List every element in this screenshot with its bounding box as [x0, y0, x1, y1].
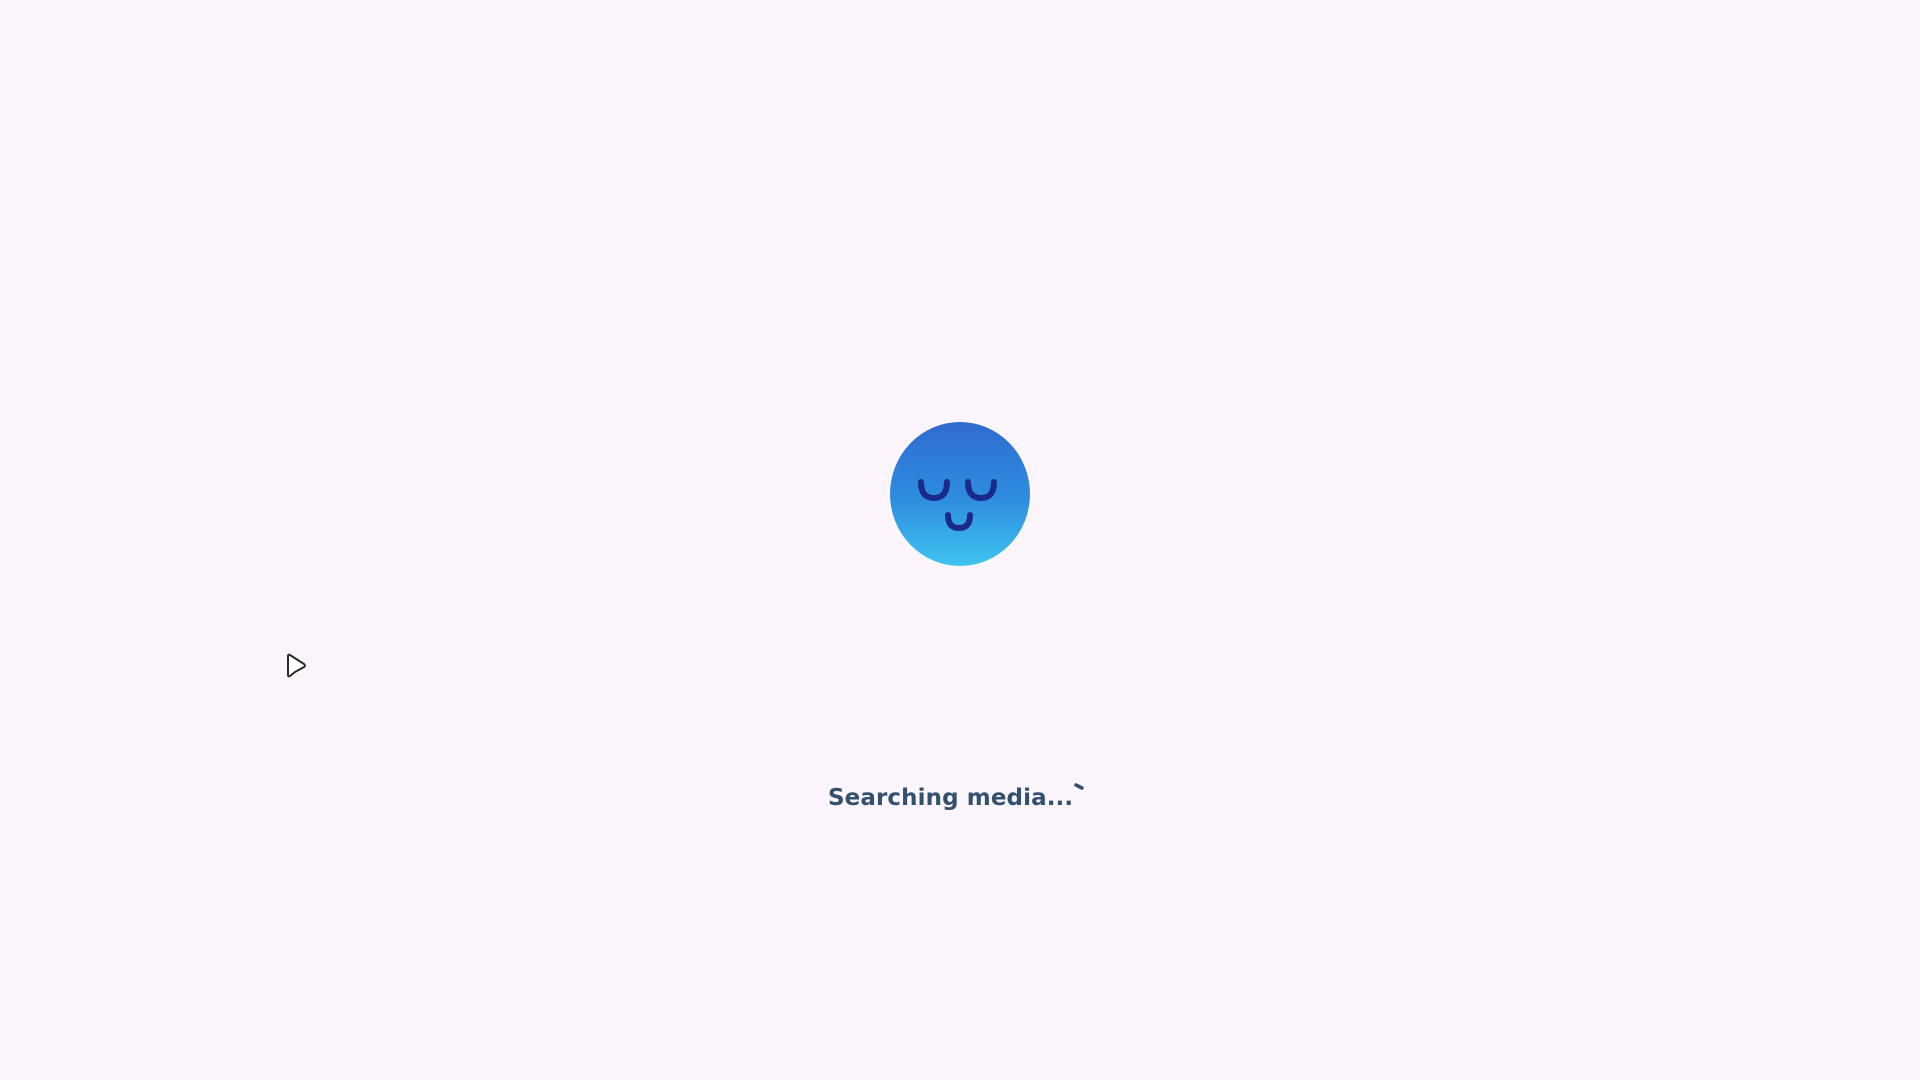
mouse-pointer-icon [287, 653, 306, 678]
loading-status-text: Searching media... [828, 785, 1074, 811]
mouse-cursor [284, 653, 308, 679]
splash-screen: Searching media... [0, 0, 1920, 1080]
logo-face-circle [890, 422, 1030, 566]
loading-spinner-icon [1074, 783, 1084, 790]
loading-spinner [1072, 782, 1090, 800]
sleeping-face-icon [890, 422, 1030, 566]
loading-status-row: Searching media... [0, 782, 1920, 822]
app-logo [889, 421, 1031, 567]
